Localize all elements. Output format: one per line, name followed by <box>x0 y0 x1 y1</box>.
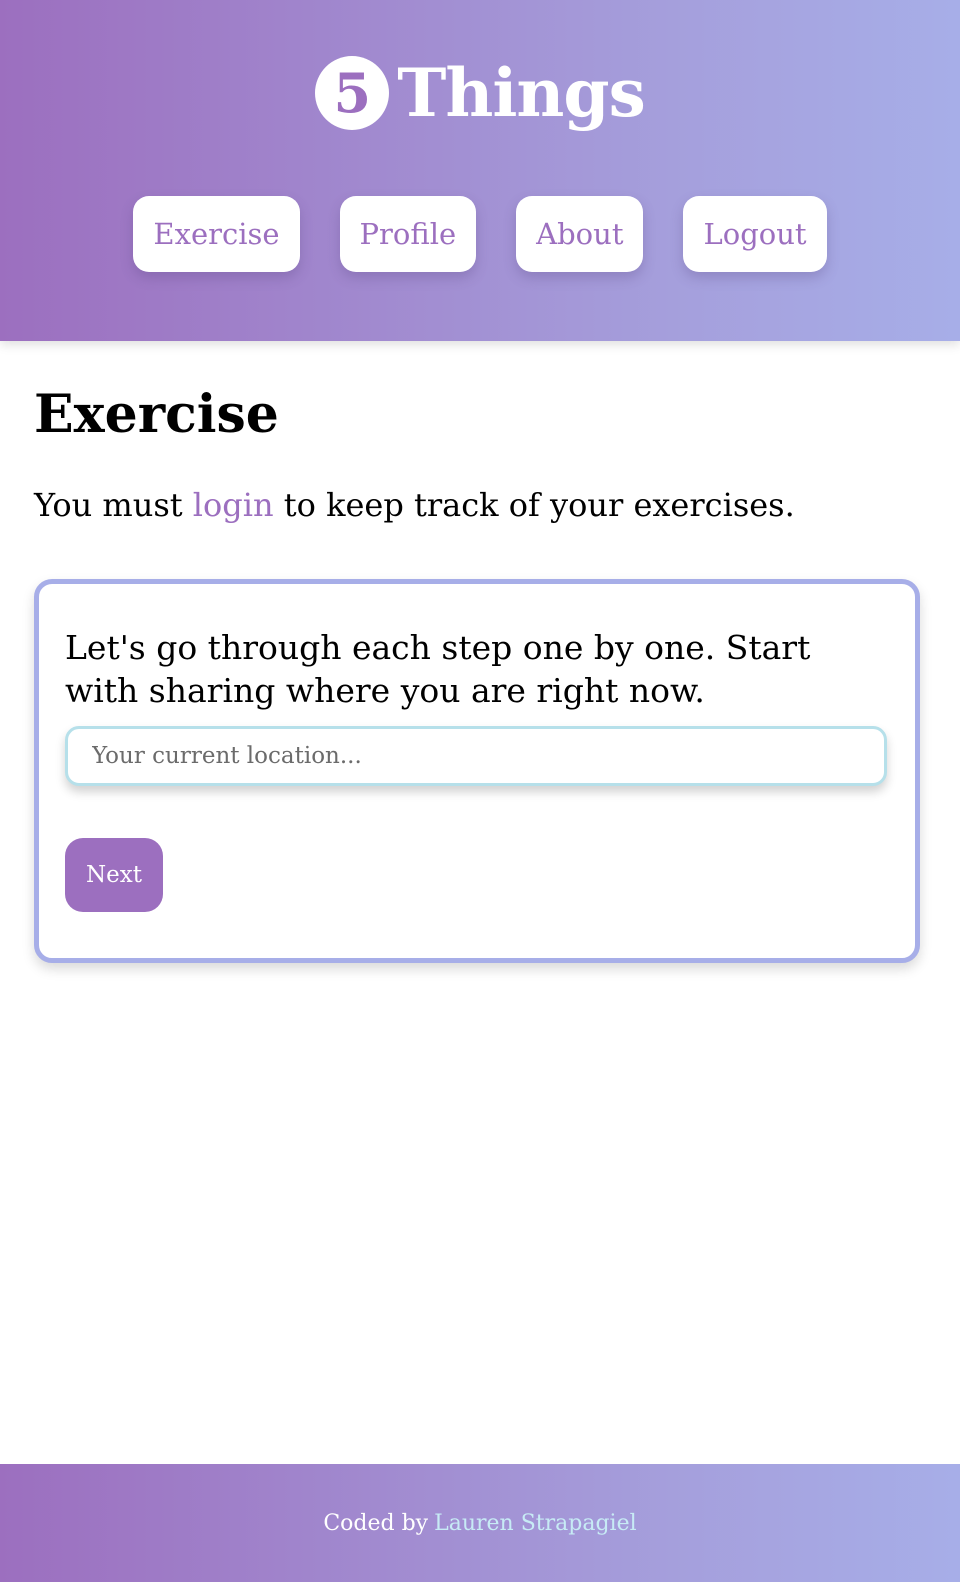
next-button[interactable]: Next <box>65 838 163 912</box>
author-link[interactable]: Lauren Strapagiel <box>434 1511 637 1536</box>
nav-about-button[interactable]: About <box>516 196 644 272</box>
login-link[interactable]: login <box>193 486 274 524</box>
site-footer: Coded by Lauren Strapagiel <box>0 1464 960 1582</box>
login-notice: You must login to keep track of your exe… <box>34 485 926 525</box>
nav-exercise-button[interactable]: Exercise <box>133 196 300 272</box>
nav-logout-button[interactable]: Logout <box>683 196 827 272</box>
logo-text: Things <box>397 54 645 132</box>
nav-profile-button[interactable]: Profile <box>339 196 477 272</box>
footer-credit-text: Coded by <box>323 1510 429 1536</box>
notice-text-after: to keep track of your exercises. <box>283 486 795 524</box>
site-header: 5 Things Exercise Profile About Logout <box>0 0 960 341</box>
exercise-card: Let's go through each step one by one. S… <box>34 579 920 963</box>
exercise-prompt: Let's go through each step one by one. S… <box>65 628 811 710</box>
notice-text-before: You must <box>34 486 183 524</box>
logo-number-badge: 5 <box>315 56 390 130</box>
site-logo[interactable]: 5 Things <box>0 56 960 130</box>
location-input[interactable] <box>65 726 887 786</box>
page-title: Exercise <box>34 384 279 445</box>
page: 5 Things Exercise Profile About Logout E… <box>0 0 960 1582</box>
main-content: Exercise You must login to keep track of… <box>34 341 926 963</box>
main-nav: Exercise Profile About Logout <box>0 196 960 272</box>
